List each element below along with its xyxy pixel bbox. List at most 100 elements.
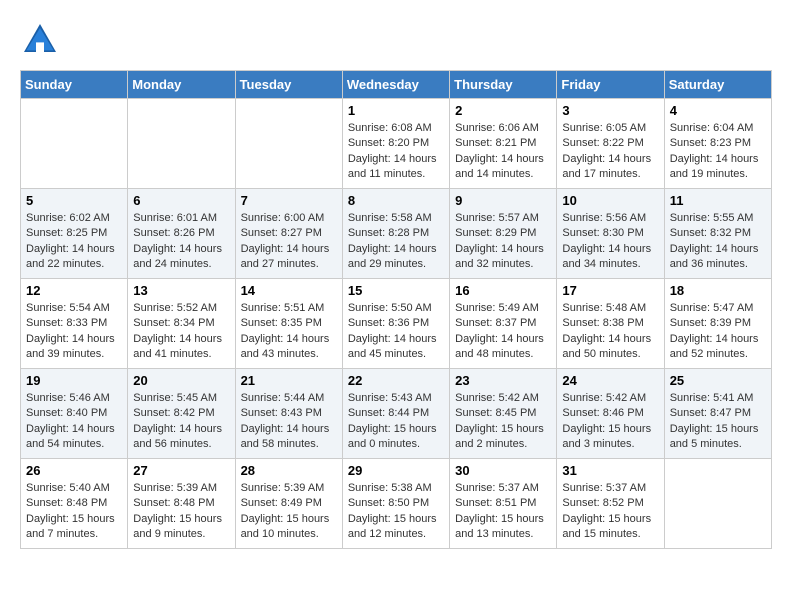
calendar-cell: 12 Sunrise: 5:54 AMSunset: 8:33 PMDayligh… [21, 279, 128, 369]
day-number: 2 [455, 103, 551, 118]
page-header [20, 20, 772, 60]
calendar-cell [128, 99, 235, 189]
calendar-cell: 1 Sunrise: 6:08 AMSunset: 8:20 PMDaylight… [342, 99, 449, 189]
calendar-cell: 10 Sunrise: 5:56 AMSunset: 8:30 PMDayligh… [557, 189, 664, 279]
calendar-cell [664, 459, 771, 549]
calendar-cell: 13Sunrise: 5:52 AMSunset: 8:34 PMDayligh… [128, 279, 235, 369]
day-number: 29 [348, 463, 444, 478]
day-number: 6 [133, 193, 229, 208]
day-number: 30 [455, 463, 551, 478]
day-header-monday: Monday [128, 71, 235, 99]
day-info: Sunrise: 6:05 AMSunset: 8:22 PMDaylight:… [562, 121, 658, 183]
calendar-cell: 17 Sunrise: 5:48 AMSunset: 8:38 PMDayligh… [557, 279, 664, 369]
day-number: 12 [26, 283, 122, 298]
day-number: 24 [562, 373, 658, 388]
logo-icon [20, 20, 60, 60]
calendar-cell: 7 Sunrise: 6:00 AMSunset: 8:27 PMDaylight… [235, 189, 342, 279]
day-info: Sunrise: 5:54 AMSunset: 8:33 PMDaylight:… [26, 301, 122, 363]
day-info: Sunrise: 5:56 AMSunset: 8:30 PMDaylight:… [562, 211, 658, 273]
day-number: 17 [562, 283, 658, 298]
day-number: 16 [455, 283, 551, 298]
day-number: 9 [455, 193, 551, 208]
day-number: 4 [670, 103, 766, 118]
day-info: Sunrise: 5:38 AMSunset: 8:50 PMDaylight:… [348, 481, 444, 543]
day-number: 26 [26, 463, 122, 478]
calendar-cell: 3 Sunrise: 6:05 AMSunset: 8:22 PMDaylight… [557, 99, 664, 189]
day-number: 31 [562, 463, 658, 478]
day-header-thursday: Thursday [450, 71, 557, 99]
calendar-cell: 4 Sunrise: 6:04 AMSunset: 8:23 PMDaylight… [664, 99, 771, 189]
calendar-cell: 24 Sunrise: 5:42 AMSunset: 8:46 PMDayligh… [557, 369, 664, 459]
day-number: 28 [241, 463, 337, 478]
calendar-week-row: 19Sunrise: 5:46 AMSunset: 8:40 PMDayligh… [21, 369, 772, 459]
day-info: Sunrise: 5:41 AMSunset: 8:47 PMDaylight:… [670, 391, 766, 453]
day-info: Sunrise: 5:37 AMSunset: 8:52 PMDaylight:… [562, 481, 658, 543]
calendar-cell: 16 Sunrise: 5:49 AMSunset: 8:37 PMDayligh… [450, 279, 557, 369]
calendar-cell: 22 Sunrise: 5:43 AMSunset: 8:44 PMDayligh… [342, 369, 449, 459]
day-number: 23 [455, 373, 551, 388]
day-header-saturday: Saturday [664, 71, 771, 99]
day-number: 15 [348, 283, 444, 298]
day-info: Sunrise: 5:47 AMSunset: 8:39 PMDaylight:… [670, 301, 766, 363]
day-header-friday: Friday [557, 71, 664, 99]
day-info: Sunrise: 6:08 AMSunset: 8:20 PMDaylight:… [348, 121, 444, 183]
calendar-cell: 21Sunrise: 5:44 AMSunset: 8:43 PMDayligh… [235, 369, 342, 459]
day-info: Sunrise: 5:58 AMSunset: 8:28 PMDaylight:… [348, 211, 444, 273]
calendar-week-row: 26 Sunrise: 5:40 AMSunset: 8:48 PMDayligh… [21, 459, 772, 549]
day-number: 3 [562, 103, 658, 118]
day-info: Sunrise: 5:37 AMSunset: 8:51 PMDaylight:… [455, 481, 551, 543]
day-info: Sunrise: 5:51 AMSunset: 8:35 PMDaylight:… [241, 301, 337, 363]
day-info: Sunrise: 5:42 AMSunset: 8:46 PMDaylight:… [562, 391, 658, 453]
day-header-wednesday: Wednesday [342, 71, 449, 99]
day-info: Sunrise: 5:39 AMSunset: 8:49 PMDaylight:… [241, 481, 337, 543]
day-number: 13 [133, 283, 229, 298]
day-header-sunday: Sunday [21, 71, 128, 99]
day-number: 7 [241, 193, 337, 208]
day-number: 14 [241, 283, 337, 298]
calendar-cell: 6 Sunrise: 6:01 AMSunset: 8:26 PMDaylight… [128, 189, 235, 279]
calendar-cell: 2 Sunrise: 6:06 AMSunset: 8:21 PMDaylight… [450, 99, 557, 189]
day-number: 22 [348, 373, 444, 388]
calendar-week-row: 12 Sunrise: 5:54 AMSunset: 8:33 PMDayligh… [21, 279, 772, 369]
day-number: 10 [562, 193, 658, 208]
calendar-cell: 9 Sunrise: 5:57 AMSunset: 8:29 PMDaylight… [450, 189, 557, 279]
calendar-cell: 23 Sunrise: 5:42 AMSunset: 8:45 PMDayligh… [450, 369, 557, 459]
day-info: Sunrise: 5:43 AMSunset: 8:44 PMDaylight:… [348, 391, 444, 453]
day-number: 25 [670, 373, 766, 388]
day-info: Sunrise: 5:49 AMSunset: 8:37 PMDaylight:… [455, 301, 551, 363]
day-number: 8 [348, 193, 444, 208]
calendar-cell: 20 Sunrise: 5:45 AMSunset: 8:42 PMDayligh… [128, 369, 235, 459]
calendar-cell: 31 Sunrise: 5:37 AMSunset: 8:52 PMDayligh… [557, 459, 664, 549]
day-number: 19 [26, 373, 122, 388]
calendar-cell: 28 Sunrise: 5:39 AMSunset: 8:49 PMDayligh… [235, 459, 342, 549]
day-info: Sunrise: 5:55 AMSunset: 8:32 PMDaylight:… [670, 211, 766, 273]
day-info: Sunrise: 5:57 AMSunset: 8:29 PMDaylight:… [455, 211, 551, 273]
day-number: 18 [670, 283, 766, 298]
day-info: Sunrise: 5:42 AMSunset: 8:45 PMDaylight:… [455, 391, 551, 453]
day-info: Sunrise: 5:39 AMSunset: 8:48 PMDaylight:… [133, 481, 229, 543]
calendar-cell: 18 Sunrise: 5:47 AMSunset: 8:39 PMDayligh… [664, 279, 771, 369]
day-number: 27 [133, 463, 229, 478]
calendar-cell: 5 Sunrise: 6:02 AMSunset: 8:25 PMDaylight… [21, 189, 128, 279]
day-info: Sunrise: 6:02 AMSunset: 8:25 PMDaylight:… [26, 211, 122, 273]
calendar-cell: 11Sunrise: 5:55 AMSunset: 8:32 PMDayligh… [664, 189, 771, 279]
calendar-cell: 14 Sunrise: 5:51 AMSunset: 8:35 PMDayligh… [235, 279, 342, 369]
calendar-table: SundayMondayTuesdayWednesdayThursdayFrid… [20, 70, 772, 549]
calendar-cell: 8 Sunrise: 5:58 AMSunset: 8:28 PMDaylight… [342, 189, 449, 279]
calendar-cell: 30 Sunrise: 5:37 AMSunset: 8:51 PMDayligh… [450, 459, 557, 549]
day-info: Sunrise: 6:04 AMSunset: 8:23 PMDaylight:… [670, 121, 766, 183]
day-info: Sunrise: 5:45 AMSunset: 8:42 PMDaylight:… [133, 391, 229, 453]
calendar-cell: 26 Sunrise: 5:40 AMSunset: 8:48 PMDayligh… [21, 459, 128, 549]
calendar-header-row: SundayMondayTuesdayWednesdayThursdayFrid… [21, 71, 772, 99]
day-info: Sunrise: 5:50 AMSunset: 8:36 PMDaylight:… [348, 301, 444, 363]
calendar-cell: 15 Sunrise: 5:50 AMSunset: 8:36 PMDayligh… [342, 279, 449, 369]
day-info: Sunrise: 6:00 AMSunset: 8:27 PMDaylight:… [241, 211, 337, 273]
day-number: 20 [133, 373, 229, 388]
day-info: Sunrise: 5:40 AMSunset: 8:48 PMDaylight:… [26, 481, 122, 543]
day-info: Sunrise: 6:06 AMSunset: 8:21 PMDaylight:… [455, 121, 551, 183]
day-info: Sunrise: 5:48 AMSunset: 8:38 PMDaylight:… [562, 301, 658, 363]
day-info: Sunrise: 6:01 AMSunset: 8:26 PMDaylight:… [133, 211, 229, 273]
day-number: 1 [348, 103, 444, 118]
day-number: 5 [26, 193, 122, 208]
calendar-cell: 27 Sunrise: 5:39 AMSunset: 8:48 PMDayligh… [128, 459, 235, 549]
